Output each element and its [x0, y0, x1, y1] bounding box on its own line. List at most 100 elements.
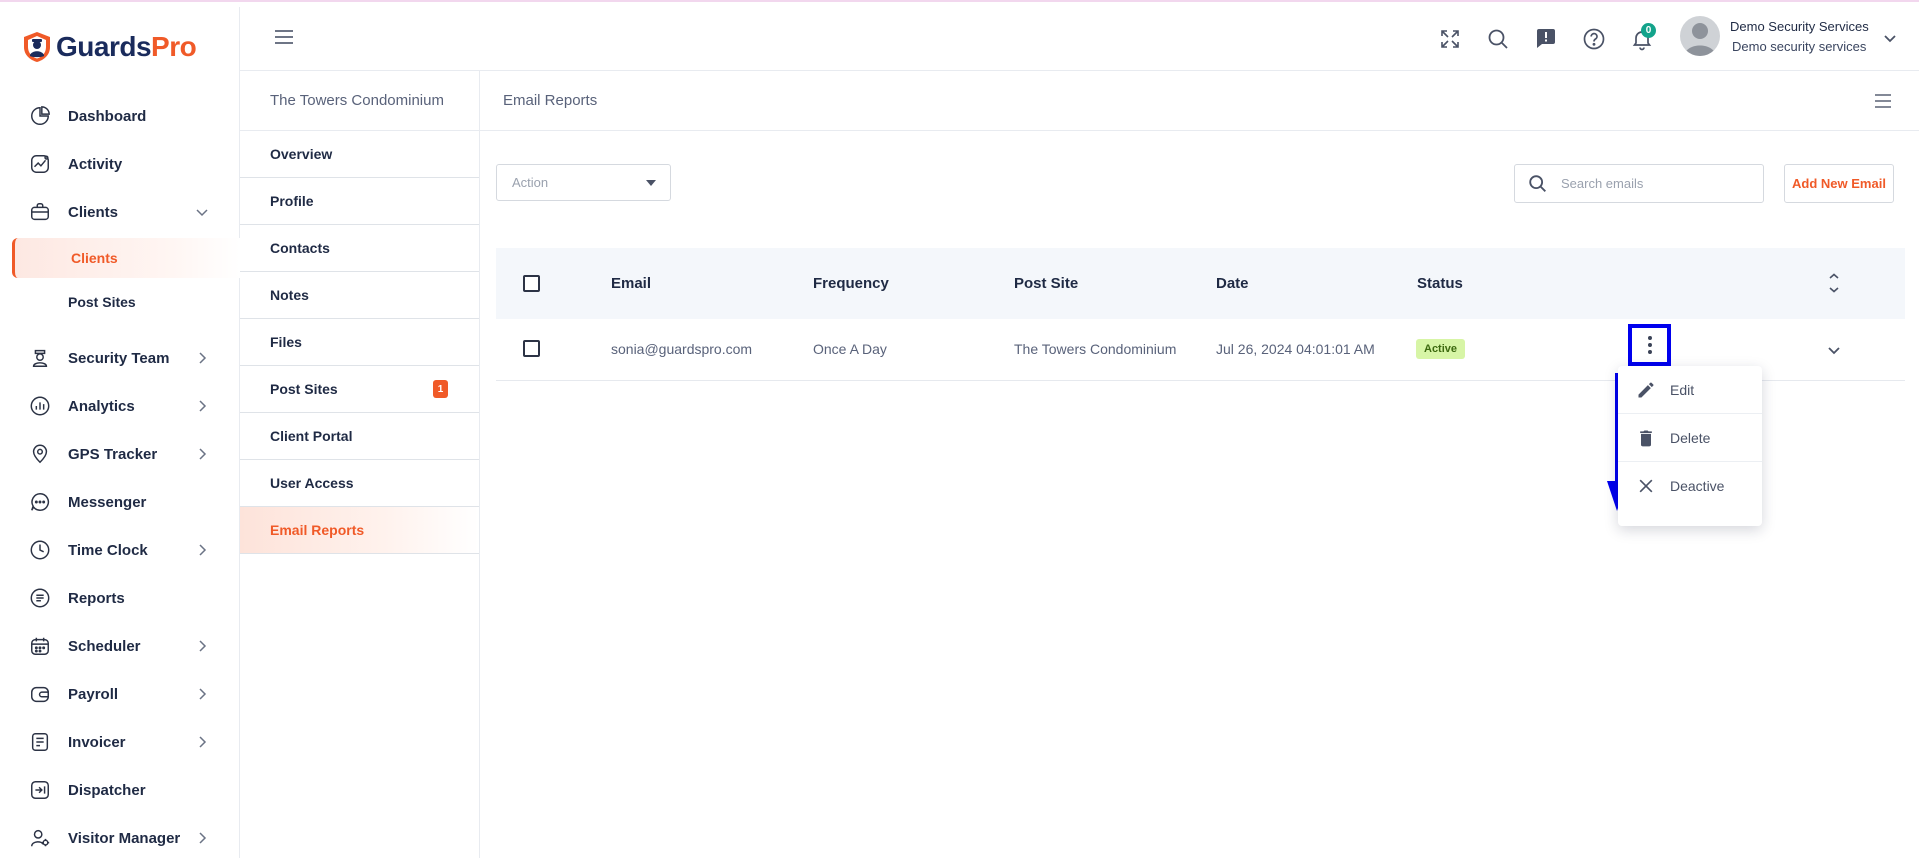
- column-header-post-site[interactable]: Post Site: [1014, 275, 1078, 292]
- invoice-icon: [28, 730, 52, 754]
- sidebar-item-invoicer[interactable]: Invoicer: [0, 718, 240, 766]
- sidebar-item-gps-tracker[interactable]: GPS Tracker: [0, 430, 240, 478]
- sidebar: GuardsPro Dashboard Activity Clients Cli…: [0, 7, 240, 858]
- select-all-checkbox[interactable]: [523, 275, 540, 292]
- menu-item-label: Edit: [1670, 381, 1695, 398]
- sidebar-subitem-label: Clients: [71, 250, 118, 266]
- sidebar-item-label: Reports: [68, 589, 125, 607]
- sidebar-item-dispatcher[interactable]: Dispatcher: [0, 766, 240, 814]
- guard-icon: [28, 346, 52, 370]
- tab-overview[interactable]: Overview: [240, 131, 479, 178]
- client-subnav: The Towers Condominium Overview Profile …: [240, 71, 480, 858]
- row-email: sonia@guardspro.com: [611, 341, 753, 357]
- sidebar-item-time-clock[interactable]: Time Clock: [0, 526, 240, 574]
- row-actions-kebab-button[interactable]: [1628, 324, 1671, 366]
- kebab-dot: [1647, 343, 1652, 347]
- sidebar-item-messenger[interactable]: Messenger: [0, 478, 240, 526]
- search-emails-box: [1514, 164, 1764, 203]
- chevron-down-icon: [196, 209, 208, 217]
- page-title: Email Reports: [480, 71, 1919, 131]
- analytics-icon: [28, 394, 52, 418]
- tab-post-sites[interactable]: Post Sites 1: [240, 366, 479, 413]
- sidebar-item-scheduler[interactable]: Scheduler: [0, 622, 240, 670]
- sidebar-subitem-label: Post Sites: [68, 294, 136, 310]
- menu-item-delete[interactable]: Delete: [1618, 414, 1762, 462]
- column-header-email[interactable]: Email: [611, 275, 651, 292]
- add-new-email-button[interactable]: Add New Email: [1784, 164, 1894, 203]
- guardspro-logo[interactable]: GuardsPro: [22, 31, 197, 63]
- kebab-dot: [1647, 350, 1652, 354]
- visitor-icon: [28, 826, 52, 850]
- tab-user-access[interactable]: User Access: [240, 460, 479, 507]
- chevron-down-icon[interactable]: [1882, 30, 1898, 46]
- action-dropdown[interactable]: Action: [496, 164, 671, 201]
- panel-menu-icon[interactable]: [1874, 93, 1892, 109]
- tab-notes[interactable]: Notes: [240, 272, 479, 319]
- tab-client-portal[interactable]: Client Portal: [240, 413, 479, 460]
- main-nav: Dashboard Activity Clients Clients Post …: [0, 92, 240, 858]
- sidebar-item-dashboard[interactable]: Dashboard: [0, 92, 240, 140]
- sidebar-item-clients[interactable]: Clients: [0, 188, 240, 236]
- sidebar-item-label: Invoicer: [68, 733, 126, 751]
- sidebar-subitem-post-sites[interactable]: Post Sites: [0, 280, 240, 324]
- sidebar-item-label: Messenger: [68, 493, 147, 511]
- avatar[interactable]: [1680, 16, 1720, 56]
- menu-item-edit[interactable]: Edit: [1618, 366, 1762, 414]
- search-icon[interactable]: [1486, 27, 1510, 51]
- user-name[interactable]: Demo Security Services: [1730, 19, 1869, 34]
- sidebar-item-label: Clients: [68, 203, 119, 221]
- top-accent-line: [0, 0, 1919, 7]
- row-expand-chevron-icon[interactable]: [1826, 342, 1842, 358]
- tab-files[interactable]: Files: [240, 319, 479, 366]
- row-checkbox[interactable]: [523, 340, 540, 357]
- sidebar-item-label: Analytics: [68, 397, 135, 415]
- tab-label: Post Sites: [270, 381, 338, 397]
- tab-label: Contacts: [270, 240, 330, 256]
- logo-text-guards: Guards: [56, 31, 152, 62]
- help-icon[interactable]: [1582, 27, 1606, 51]
- sidebar-subitem-clients[interactable]: Clients: [12, 238, 240, 278]
- action-dropdown-placeholder: Action: [512, 175, 549, 190]
- chevron-right-icon: [199, 640, 207, 652]
- notification-count-badge: 0: [1641, 23, 1656, 38]
- sidebar-item-payroll[interactable]: Payroll: [0, 670, 240, 718]
- chevron-right-icon: [199, 832, 207, 844]
- row-post-site: The Towers Condominium: [1014, 341, 1177, 357]
- caret-down-icon: [646, 180, 656, 186]
- sidebar-item-label: Visitor Manager: [68, 829, 181, 847]
- chevron-right-icon: [199, 448, 207, 460]
- sidebar-item-security-team[interactable]: Security Team: [0, 334, 240, 382]
- sidebar-item-label: Dispatcher: [68, 781, 146, 799]
- tab-label: User Access: [270, 475, 354, 491]
- menu-item-deactive[interactable]: Deactive: [1618, 462, 1762, 510]
- sidebar-item-visitor-manager[interactable]: Visitor Manager: [0, 814, 240, 858]
- search-input[interactable]: [1561, 176, 1751, 191]
- wallet-icon: [28, 682, 52, 706]
- email-reports-panel: Email Reports Action Add New Email Email…: [480, 71, 1919, 858]
- sidebar-item-reports[interactable]: Reports: [0, 574, 240, 622]
- tab-email-reports[interactable]: Email Reports: [240, 507, 479, 554]
- pencil-icon: [1638, 382, 1654, 397]
- briefcase-icon: [28, 200, 52, 224]
- fullscreen-icon[interactable]: [1438, 27, 1462, 51]
- column-header-status[interactable]: Status: [1417, 275, 1463, 292]
- hamburger-menu-icon[interactable]: [274, 29, 294, 45]
- tab-profile[interactable]: Profile: [240, 178, 479, 225]
- tab-label: Email Reports: [270, 522, 365, 538]
- trash-icon: [1640, 430, 1652, 446]
- dispatch-icon: [28, 778, 52, 802]
- top-header: 0 Demo Security Services Demo security s…: [240, 7, 1919, 71]
- status-badge: Active: [1416, 339, 1466, 359]
- column-header-frequency[interactable]: Frequency: [813, 275, 889, 292]
- sidebar-item-activity[interactable]: Activity: [0, 140, 240, 188]
- dashboard-icon: [28, 104, 52, 128]
- tab-label: Client Portal: [270, 428, 353, 444]
- chevron-right-icon: [199, 736, 207, 748]
- sidebar-item-analytics[interactable]: Analytics: [0, 382, 240, 430]
- feedback-icon[interactable]: [1534, 27, 1558, 51]
- tab-contacts[interactable]: Contacts: [240, 225, 479, 272]
- chevron-right-icon: [199, 400, 207, 412]
- column-header-date[interactable]: Date: [1216, 275, 1249, 292]
- collapse-all-icon[interactable]: [1826, 273, 1842, 293]
- chevron-right-icon: [199, 688, 207, 700]
